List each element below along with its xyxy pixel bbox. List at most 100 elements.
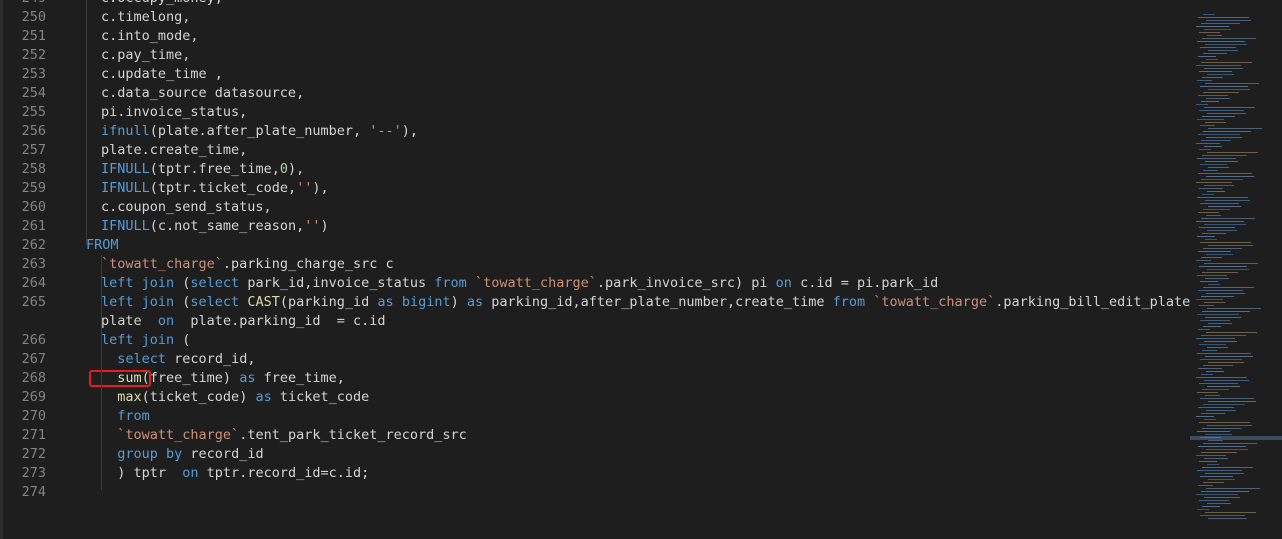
line-number: 251: [21, 28, 46, 44]
minimap-line: [1197, 119, 1224, 120]
minimap-line: [1207, 503, 1231, 504]
code-line[interactable]: 251 c.into_mode,: [0, 27, 1190, 46]
code-token: `towatt_charge`: [873, 294, 996, 310]
code-token: on: [182, 465, 199, 481]
code-token: IFNULL: [101, 180, 150, 196]
minimap-line: [1206, 59, 1218, 60]
minimap-line: [1198, 329, 1210, 330]
code-line[interactable]: 270 from: [0, 407, 1190, 426]
code-line[interactable]: 268 sum(free_time) as free_time,: [0, 369, 1190, 388]
code-line[interactable]: 267 select record_id,: [0, 350, 1190, 369]
minimap-line: [1197, 158, 1236, 159]
minimap-line: [1208, 284, 1220, 285]
code-token: as: [255, 389, 272, 405]
minimap-line: [1199, 188, 1223, 189]
minimap-line: [1196, 455, 1226, 456]
minimap-line: [1208, 323, 1232, 324]
code-token: ) tptr: [101, 465, 183, 481]
code-line[interactable]: 255 pi.invoice_status,: [0, 103, 1190, 122]
code-token: tptr.record_id=c.id;: [198, 465, 370, 481]
minimap-line: [1198, 251, 1231, 252]
code-token: (: [174, 294, 191, 310]
code-token: c.id = pi.park_id: [791, 275, 939, 291]
code-text: c.data_source datasource,: [101, 84, 304, 103]
minimap-line: [1203, 209, 1230, 210]
minimap-line: [1201, 413, 1225, 414]
code-line[interactable]: 261 IFNULL(c.not_same_reason,''): [0, 217, 1190, 236]
minimap-line: [1201, 179, 1243, 180]
code-line[interactable]: 259 IFNULL(tptr.ticket_code,''),: [0, 179, 1190, 198]
line-number: 265: [21, 294, 46, 310]
code-line[interactable]: 252 c.pay_time,: [0, 46, 1190, 65]
minimap-line: [1196, 416, 1214, 417]
code-line[interactable]: 249 c.occupy_money,: [0, 0, 1190, 8]
code-line[interactable]: 266 left join (: [0, 331, 1190, 350]
code-token: select: [117, 351, 167, 367]
minimap-line: [1201, 491, 1249, 492]
code-line[interactable]: 258 IFNULL(tptr.free_time,0),: [0, 160, 1190, 179]
line-number: 261: [21, 218, 46, 234]
minimap-line: [1200, 203, 1239, 204]
code-token: as: [239, 370, 256, 386]
code-line[interactable]: 262 FROM: [0, 236, 1190, 255]
minimap-line: [1204, 68, 1243, 69]
code-line[interactable]: 273 ) tptr on tptr.record_id=c.id;: [0, 464, 1190, 483]
minimap-line: [1202, 77, 1223, 78]
code-token: parking_id,after_plate_number,create_tim…: [483, 294, 833, 310]
code-line[interactable]: plate on plate.parking_id = c.id: [0, 312, 1190, 331]
minimap-line: [1207, 347, 1228, 348]
minimap-line: [1205, 200, 1250, 201]
code-line[interactable]: 260 c.coupon_send_status,: [0, 198, 1190, 217]
minimap-line: [1205, 44, 1247, 45]
code-line[interactable]: 250 c.timelong,: [0, 8, 1190, 27]
line-number: 269: [21, 389, 46, 405]
code-line[interactable]: 265 left join (select CAST(parking_id as …: [0, 293, 1190, 312]
minimap-line: [1205, 434, 1232, 435]
minimap-line: [1204, 419, 1216, 420]
code-line[interactable]: 263 `towatt_charge`.parking_charge_src c: [0, 255, 1190, 274]
minimap-line: [1200, 47, 1236, 48]
code-line[interactable]: 253 c.update_time ,: [0, 65, 1190, 84]
minimap-line: [1197, 80, 1212, 81]
minimap-line: [1207, 74, 1234, 75]
minimap-line: [1202, 155, 1247, 156]
minimap-line: [1196, 494, 1238, 495]
minimap-line: [1196, 338, 1235, 339]
code-token: '': [304, 218, 321, 234]
code-line[interactable]: 269 max(ticket_code) as ticket_code: [0, 388, 1190, 407]
minimap[interactable]: [1190, 0, 1282, 539]
code-token: pi.invoice_status,: [101, 104, 248, 120]
minimap-line: [1202, 38, 1256, 39]
minimap-line: [1197, 275, 1227, 276]
line-number: 258: [21, 161, 46, 177]
minimap-line: [1201, 335, 1246, 336]
code-editor[interactable]: 249 c.occupy_money, 250 c.timelong, 251 c.int…: [0, 0, 1190, 539]
code-line[interactable]: 254 c.data_source datasource,: [0, 84, 1190, 103]
code-line[interactable]: 257 plate.create_time,: [0, 141, 1190, 160]
minimap-line: [1208, 440, 1223, 441]
code-line[interactable]: 271 `towatt_charge`.tent_park_ticket_rec…: [0, 426, 1190, 445]
minimap-line: [1197, 314, 1239, 315]
code-token: `towatt_charge`: [117, 427, 240, 443]
code-token: ): [320, 218, 329, 234]
minimap-line: [1199, 227, 1235, 228]
minimap-line: [1205, 239, 1217, 240]
code-line[interactable]: 274: [0, 483, 1190, 502]
line-number: 252: [21, 47, 46, 63]
code-token: from: [832, 294, 866, 310]
minimap-line: [1204, 497, 1240, 498]
minimap-line: [1197, 392, 1218, 393]
minimap-line: [1204, 341, 1237, 342]
code-token: FROM: [86, 237, 119, 253]
code-line[interactable]: 256 ifnull(plate.after_plate_number, '--'…: [0, 122, 1190, 141]
code-line[interactable]: 264 left join (select park_id,invoice_sta…: [0, 274, 1190, 293]
code-text: plate.create_time,: [101, 141, 247, 160]
line-number: 266: [21, 332, 46, 348]
code-line[interactable]: 272 group by record_id: [0, 445, 1190, 464]
code-token: '--': [369, 123, 402, 139]
minimap-line: [1198, 134, 1240, 135]
